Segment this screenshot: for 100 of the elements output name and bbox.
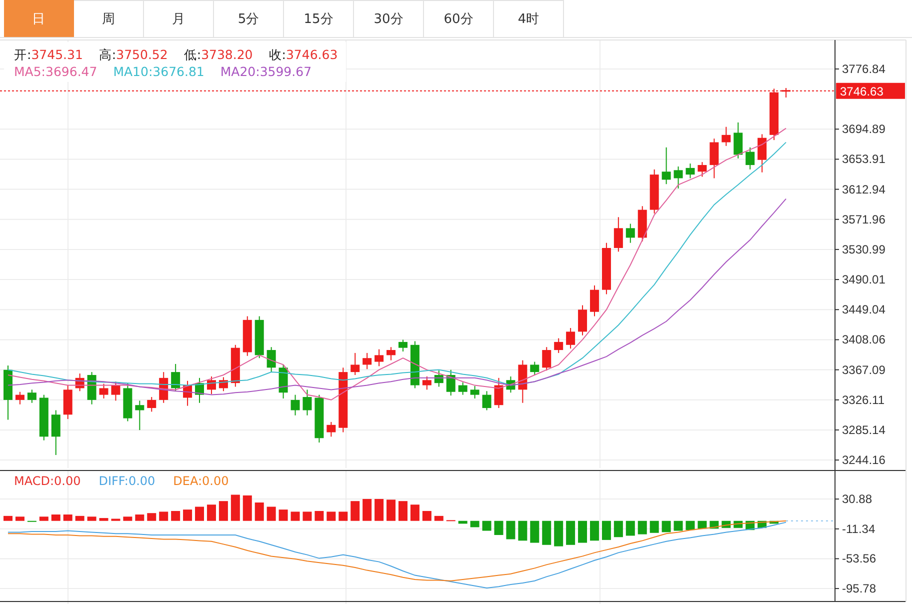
histogram-bar	[4, 516, 12, 521]
axis-label: 3571.96	[842, 212, 886, 226]
histogram-bar	[254, 502, 264, 521]
indicator-legend-item: MACD:0.00	[14, 474, 81, 488]
candlestick	[458, 382, 468, 396]
moving-average-legend-item: MA5:3696.47	[14, 63, 98, 80]
histogram-bar	[458, 520, 468, 524]
candlestick	[494, 377, 504, 409]
candlestick	[374, 348, 384, 367]
histogram-bar	[422, 510, 432, 521]
candlestick	[326, 421, 336, 438]
axis-label: 3694.89	[842, 122, 886, 136]
candlestick	[302, 389, 312, 416]
candlestick	[87, 372, 96, 405]
histogram-bar	[266, 506, 276, 521]
candlestick	[410, 340, 420, 389]
candlestick	[422, 376, 432, 390]
histogram-bar	[218, 501, 228, 521]
histogram-bar	[674, 520, 683, 531]
candlestick	[206, 376, 216, 395]
histogram-bar	[242, 495, 252, 521]
candlestick	[290, 394, 300, 416]
period-tab[interactable]: 4时	[494, 0, 564, 37]
candlestick	[314, 394, 324, 444]
histogram-bar	[482, 520, 492, 531]
period-tab[interactable]: 15分	[284, 0, 354, 37]
axis-label: 3285.14	[842, 422, 886, 437]
candlestick	[662, 146, 671, 185]
candlestick	[338, 367, 348, 433]
candlestick	[566, 328, 576, 350]
candlestick	[746, 146, 755, 170]
histogram-bar	[770, 520, 779, 524]
candlestick	[242, 316, 252, 356]
histogram-bar	[374, 498, 384, 521]
candlestick	[111, 381, 120, 402]
price-legend-item: 低:3738.20	[184, 46, 253, 63]
candlestick	[254, 316, 264, 359]
moving-average-legend-item: MA10:3676.81	[113, 63, 204, 80]
histogram-bar	[195, 506, 204, 521]
histogram-bar	[662, 520, 671, 532]
axis-label: 3449.04	[842, 302, 886, 317]
histogram-bar	[386, 500, 396, 521]
histogram-bar	[686, 520, 695, 530]
period-tab[interactable]: 5分	[214, 0, 284, 37]
candlestick	[63, 384, 72, 420]
period-tab[interactable]: 60分	[424, 0, 494, 37]
histogram-bar	[638, 520, 647, 534]
axis-label: 3653.91	[842, 152, 886, 166]
candlestick	[590, 284, 599, 317]
candlestick	[722, 126, 731, 146]
histogram-bar	[147, 513, 156, 521]
period-tab[interactable]: 周	[74, 0, 144, 37]
histogram-bar	[518, 520, 528, 541]
candlestick	[51, 410, 60, 456]
histogram-bar	[302, 512, 312, 521]
candlestick	[782, 87, 790, 98]
candlestick	[638, 206, 647, 242]
period-tab[interactable]: 30分	[354, 0, 424, 37]
candlestick	[75, 373, 84, 392]
candlestick	[710, 138, 719, 179]
candlestick	[506, 376, 516, 394]
histogram-bar	[206, 504, 216, 521]
axis-label: -11.34	[842, 522, 876, 536]
histogram-bar	[183, 510, 192, 521]
histogram-bar	[51, 514, 60, 521]
histogram-bar	[159, 512, 168, 521]
histogram-bar	[434, 516, 444, 521]
candlestick	[27, 389, 36, 404]
indicator-legend-item: DIFF:0.00	[98, 474, 156, 488]
histogram-bar	[87, 516, 96, 521]
candlestick	[171, 363, 180, 392]
histogram-bar	[542, 520, 552, 545]
candlestick	[15, 391, 24, 405]
candlestick	[602, 242, 611, 295]
axis-label: -95.78	[842, 582, 876, 596]
candlestick	[482, 390, 492, 411]
candlestick	[542, 346, 552, 372]
price-legend-item: 高:3750.52	[98, 46, 168, 63]
histogram-bar	[338, 512, 348, 521]
histogram-bar	[398, 501, 408, 521]
candlestick	[686, 163, 695, 179]
histogram-bar	[15, 516, 24, 521]
candlestick	[578, 304, 588, 336]
histogram-bar	[135, 514, 144, 521]
histogram-bar	[602, 520, 611, 540]
histogram-bar	[578, 520, 588, 543]
candlestick	[386, 346, 396, 361]
histogram-bar	[494, 520, 504, 535]
candlestick	[278, 364, 288, 399]
histogram-bar	[290, 512, 300, 521]
period-tab[interactable]: 月	[144, 0, 214, 37]
axis-label: 3326.11	[842, 392, 884, 407]
axis-label: 3408.06	[842, 332, 886, 347]
candlestick	[626, 223, 635, 244]
histogram-bar	[530, 520, 540, 543]
histogram-bar	[350, 501, 360, 521]
candlestick	[434, 370, 444, 388]
histogram-bar	[314, 510, 324, 521]
histogram-bar	[362, 498, 372, 521]
candlestick	[159, 372, 168, 404]
